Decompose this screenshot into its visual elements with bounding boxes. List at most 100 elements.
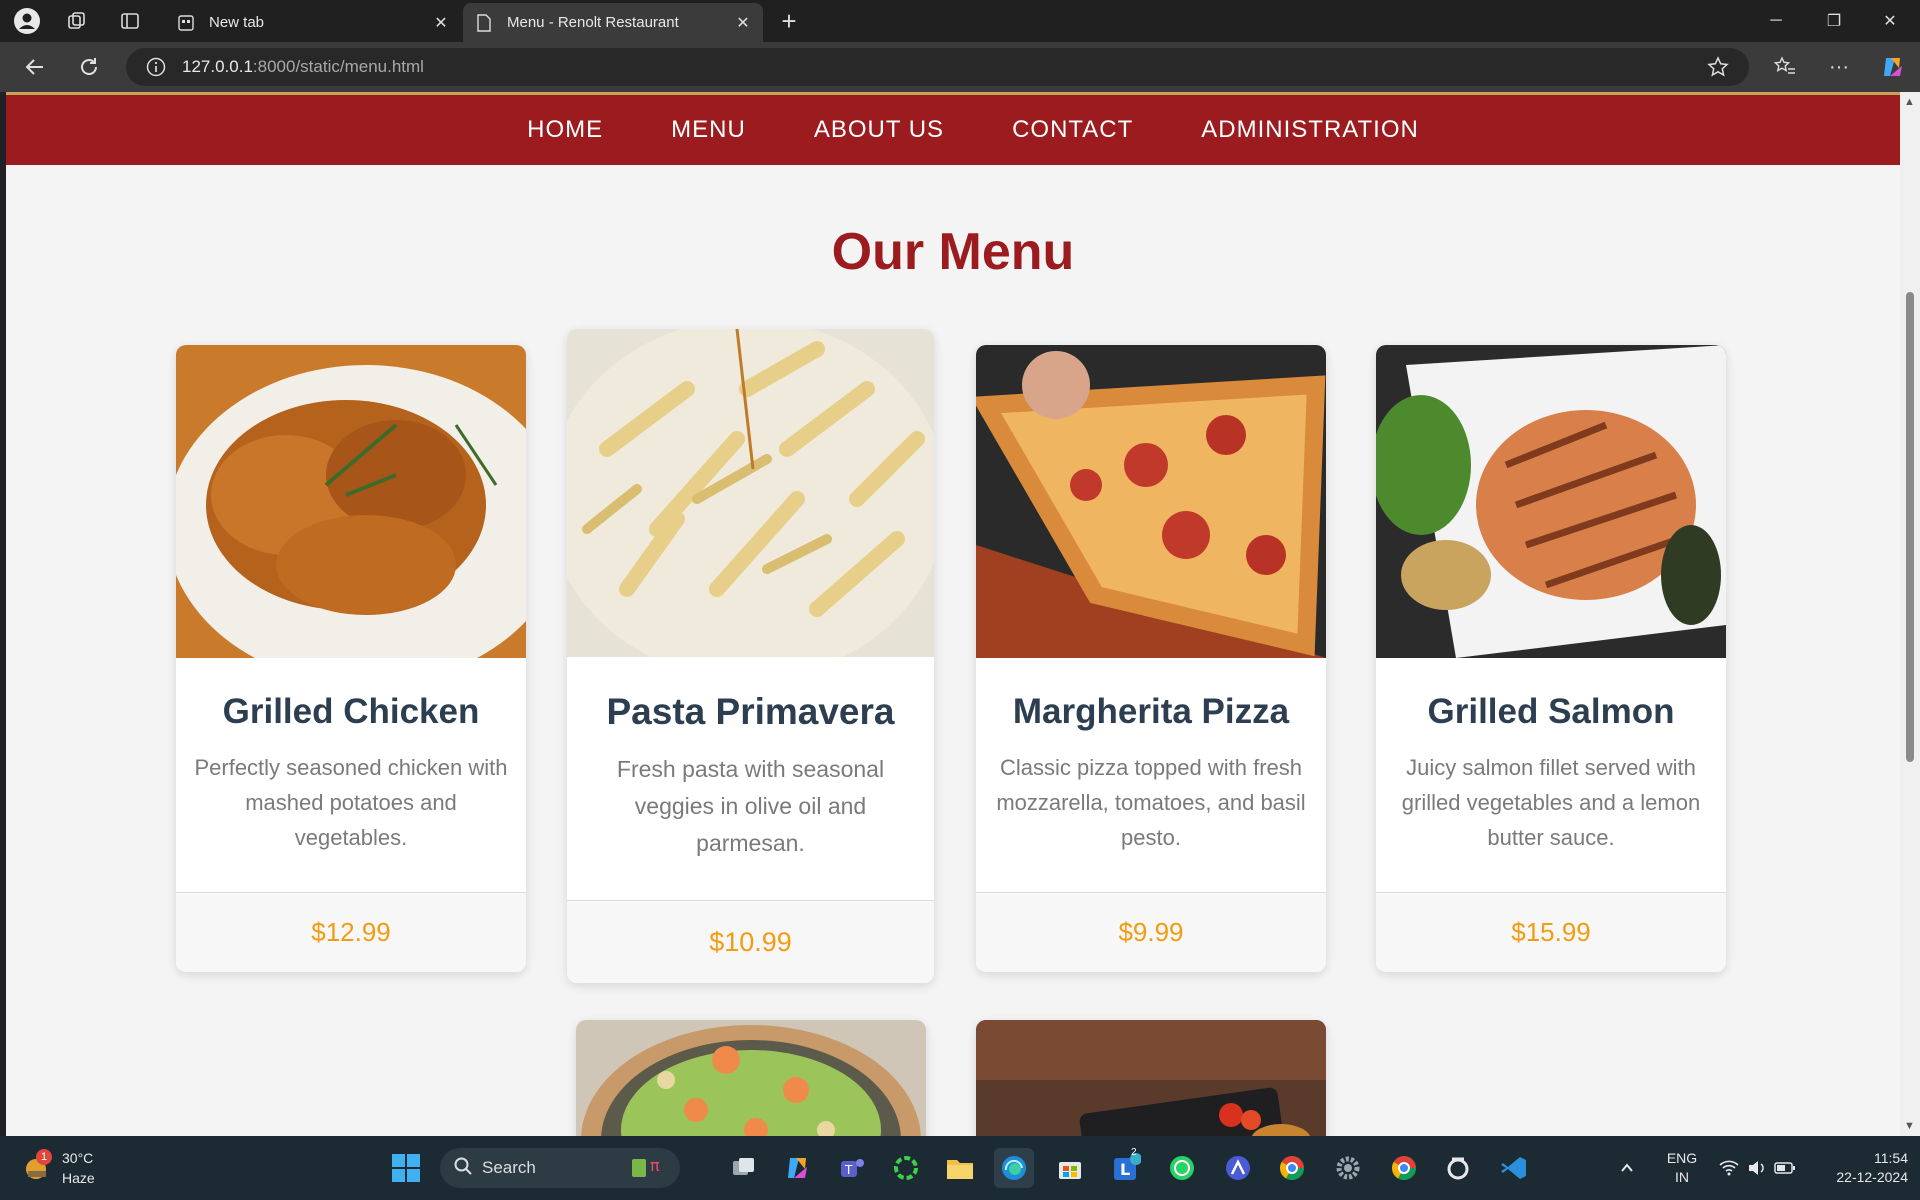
page-favicon-icon: [475, 13, 493, 32]
url-path: :8000/static/menu.html: [252, 57, 424, 76]
start-button[interactable]: [386, 1148, 426, 1188]
profile-icon[interactable]: [12, 6, 42, 36]
grilled-chicken-photo: [176, 345, 526, 658]
item-price: $15.99: [1376, 892, 1726, 972]
item-name: Grilled Chicken: [222, 692, 480, 731]
card-body: Grilled Salmon Juicy salmon fillet serve…: [1376, 658, 1726, 855]
search-label: Search: [482, 1158, 536, 1177]
browser-tab-bar: New tab ✕ Menu - Renolt Restaurant ✕ + ─…: [0, 0, 1920, 42]
svg-text:π: π: [650, 1156, 660, 1175]
clock-time: 11:54: [1874, 1150, 1908, 1166]
lync-app-icon[interactable]: L 2: [1106, 1147, 1146, 1188]
vscode-icon[interactable]: [1494, 1148, 1534, 1188]
menu-card-grilled-salmon[interactable]: Grilled Salmon Juicy salmon fillet serve…: [1376, 345, 1726, 972]
new-tab-button[interactable]: +: [774, 6, 804, 36]
item-description: Juicy salmon fillet served with grilled …: [1401, 755, 1701, 850]
show-hidden-icons-icon[interactable]: [1612, 1148, 1642, 1188]
teams-icon[interactable]: T: [832, 1148, 872, 1188]
search-icon: [454, 1157, 472, 1180]
whatsapp-icon[interactable]: [1162, 1148, 1202, 1188]
nav-administration-link[interactable]: ADMINISTRATION: [1201, 116, 1419, 144]
page-title: Our Menu: [831, 223, 1075, 281]
page-viewport: HOME MENU ABOUT US CONTACT ADMINISTRATIO…: [0, 92, 1920, 1136]
tab-title: New tab: [209, 14, 265, 31]
nav-contact-link[interactable]: CONTACT: [1012, 116, 1133, 144]
clock[interactable]: 11:54 22-12-2024: [1812, 1149, 1908, 1187]
workspaces-icon[interactable]: [62, 6, 92, 36]
item-description: Classic pizza topped with fresh mozzarel…: [996, 755, 1306, 850]
nav-menu-link[interactable]: MENU: [671, 116, 746, 144]
nav-about-link[interactable]: ABOUT US: [814, 116, 944, 144]
scroll-up-icon[interactable]: ▲: [1904, 96, 1915, 108]
pizza-photo: [976, 345, 1326, 658]
taskbar-search[interactable]: Search π: [440, 1148, 680, 1188]
volume-icon[interactable]: [1742, 1148, 1772, 1188]
item-name: Grilled Salmon: [1427, 692, 1675, 731]
favorites-icon[interactable]: [1768, 50, 1802, 84]
tab-actions-icon[interactable]: [115, 6, 145, 36]
item-price: $9.99: [976, 892, 1326, 972]
close-tab-icon[interactable]: ✕: [729, 9, 757, 37]
scrollbar-thumb[interactable]: [1906, 292, 1914, 762]
pasta-photo: [567, 329, 934, 657]
weather-widget[interactable]: 1 30°C Haze: [22, 1148, 95, 1188]
circle-app-icon[interactable]: [1438, 1148, 1478, 1188]
steak-photo: [976, 1020, 1326, 1136]
battery-icon[interactable]: [1770, 1148, 1800, 1188]
edge-browser-icon[interactable]: [994, 1148, 1034, 1188]
file-explorer-icon[interactable]: [940, 1148, 980, 1188]
menu-card-margherita-pizza[interactable]: Margherita Pizza Classic pizza topped wi…: [976, 345, 1326, 972]
site-info-icon[interactable]: [136, 57, 176, 77]
item-description: Perfectly seasoned chicken with mashed p…: [194, 755, 508, 850]
chrome-icon[interactable]: [1272, 1148, 1312, 1188]
minimize-icon[interactable]: ─: [1748, 0, 1804, 42]
wifi-icon[interactable]: [1714, 1148, 1744, 1188]
language-region: IN: [1675, 1169, 1689, 1185]
settings-gear-icon[interactable]: [1328, 1148, 1368, 1188]
back-arrow-icon[interactable]: [18, 50, 52, 84]
tab-menu-page[interactable]: Menu - Renolt Restaurant ✕: [463, 3, 763, 42]
site-navbar: HOME MENU ABOUT US CONTACT ADMINISTRATIO…: [6, 95, 1900, 165]
menu-card-steak[interactable]: [976, 1020, 1326, 1136]
menu-card-pasta-primavera[interactable]: Pasta Primavera Fresh pasta with seasona…: [567, 329, 934, 983]
windows-taskbar: 1 30°C Haze Search π T L 2 ENG IN 11:54 …: [0, 1136, 1920, 1200]
menu-card-salad[interactable]: [576, 1020, 926, 1136]
tab-new-tab[interactable]: New tab ✕: [165, 3, 461, 42]
arc-app-icon[interactable]: [1218, 1148, 1258, 1188]
address-bar[interactable]: 127.0.0.1:8000/static/menu.html: [126, 48, 1749, 86]
svg-text:T: T: [844, 1163, 853, 1177]
more-options-icon[interactable]: ···: [1822, 50, 1856, 84]
menu-card-grilled-chicken[interactable]: Grilled Chicken Perfectly seasoned chick…: [176, 345, 526, 972]
chrome-profile-icon[interactable]: [1384, 1148, 1424, 1188]
page-scrollbar[interactable]: ▲ ▼: [1900, 92, 1920, 1136]
browser-toolbar: 127.0.0.1:8000/static/menu.html ···: [0, 42, 1920, 92]
item-price: $12.99: [176, 892, 526, 972]
sync-app-icon[interactable]: [886, 1148, 926, 1188]
weather-desc: Haze: [62, 1170, 95, 1186]
tab-title: Menu - Renolt Restaurant: [507, 14, 679, 31]
copilot-app-icon[interactable]: [778, 1148, 818, 1188]
card-body: Grilled Chicken Perfectly seasoned chick…: [176, 658, 526, 855]
close-window-icon[interactable]: ✕: [1862, 0, 1918, 42]
item-description: Fresh pasta with seasonal veggies in oli…: [616, 756, 885, 856]
close-tab-icon[interactable]: ✕: [427, 9, 455, 37]
item-name: Pasta Primavera: [606, 691, 895, 732]
scroll-down-icon[interactable]: ▼: [1904, 1120, 1915, 1132]
restore-icon[interactable]: ❐: [1806, 0, 1862, 42]
language-indicator[interactable]: ENG IN: [1660, 1149, 1704, 1187]
salmon-photo: [1376, 345, 1726, 658]
clock-date: 22-12-2024: [1836, 1169, 1908, 1185]
store-icon[interactable]: [1050, 1148, 1090, 1188]
svg-text:L: L: [1120, 1160, 1130, 1179]
search-highlight-icon: π: [630, 1153, 670, 1184]
favorite-star-icon[interactable]: [1707, 56, 1729, 83]
lync-badge: 2: [1131, 1147, 1137, 1158]
item-price: $10.99: [567, 900, 934, 983]
weather-icon: 1: [22, 1149, 52, 1183]
reload-icon[interactable]: [72, 50, 106, 84]
item-name: Margherita Pizza: [1012, 692, 1290, 731]
task-view-icon[interactable]: [724, 1148, 764, 1188]
nav-home-link[interactable]: HOME: [527, 116, 603, 144]
copilot-icon[interactable]: [1876, 50, 1910, 84]
language-code: ENG: [1666, 1150, 1698, 1166]
